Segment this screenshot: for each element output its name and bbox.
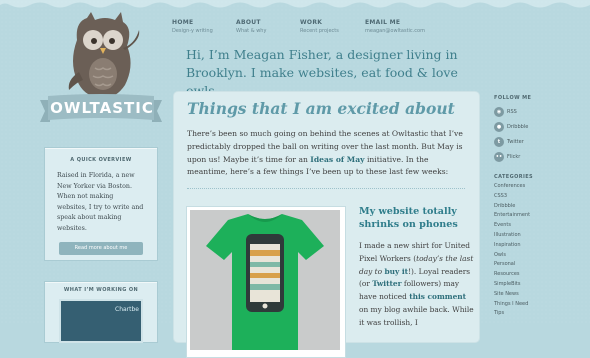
this-comment-link[interactable]: this comment (409, 292, 466, 301)
post-body-text: I made a new shirt for United Pixel Work… (359, 240, 474, 330)
nav-sublabel: Design-y writing (172, 28, 213, 34)
follow-item-rss[interactable]: ◉ RSS (494, 105, 584, 119)
category-link[interactable]: Personal (494, 260, 584, 270)
follow-item-dribbble[interactable]: ● Dribbble (494, 120, 584, 134)
category-link[interactable]: Events (494, 221, 584, 231)
category-link[interactable]: Inspiration (494, 241, 584, 251)
dribbble-icon: ● (494, 122, 504, 132)
nav-sublabel: Recent projects (300, 28, 339, 34)
nav-label[interactable]: EMAIL ME (365, 19, 425, 26)
follow-item-flickr[interactable]: •• Flickr (494, 150, 584, 164)
category-link[interactable]: Site News (494, 290, 584, 300)
category-link[interactable]: Entertainment (494, 211, 584, 221)
post-intro-paragraph: There’s been so much going on behind the… (187, 128, 469, 179)
logo-text[interactable]: OWLTASTIC (50, 95, 154, 121)
ideas-of-may-link[interactable]: Ideas of May (310, 155, 364, 164)
follow-label[interactable]: Flickr (507, 154, 520, 160)
nav-item-work[interactable]: WORK Recent projects (300, 19, 339, 34)
nav-label[interactable]: HOME (172, 19, 213, 26)
category-link[interactable]: Dribbble (494, 202, 584, 212)
follow-label[interactable]: Twitter (507, 139, 524, 145)
read-more-about-me-button[interactable]: Read more about me (59, 242, 143, 255)
category-list: Conferences CSS3 Dribbble Entertainment … (494, 182, 584, 319)
buy-it-link[interactable]: buy it (384, 267, 408, 276)
category-link[interactable]: Resources (494, 270, 584, 280)
nav-item-about[interactable]: ABOUT What & why (236, 19, 266, 34)
category-link[interactable]: Illustration (494, 231, 584, 241)
category-link[interactable]: SimpleBits (494, 280, 584, 290)
thumbnail-label: Chartbe (115, 306, 139, 313)
quick-overview-text: Raised in Florida, a new New Yorker via … (57, 172, 144, 232)
flickr-icon: •• (494, 152, 504, 162)
tshirt-image[interactable] (190, 210, 340, 350)
main-content: Things that I am excited about There’s b… (174, 92, 479, 358)
nav-item-home[interactable]: HOME Design-y writing (172, 19, 213, 34)
working-on-panel: WHAT I’M WORKING ON Chartbe (44, 281, 158, 343)
twitter-icon: t (494, 137, 504, 147)
category-link[interactable]: Things I Need (494, 300, 584, 310)
category-link[interactable]: Owls (494, 251, 584, 261)
working-on-thumbnail[interactable]: Chartbe (59, 299, 143, 343)
category-link[interactable]: Tips (494, 309, 584, 319)
quick-overview-panel: A QUICK OVERVIEW Raised in Florida, a ne… (44, 147, 158, 261)
twitter-link[interactable]: Twitter (372, 279, 401, 288)
quick-overview-title: A QUICK OVERVIEW (70, 157, 132, 163)
nav-sublabel[interactable]: meagan@owltastic.com (365, 28, 425, 34)
category-link[interactable]: CSS3 (494, 192, 584, 202)
body-text-d: on my blog awhile back. While it was tro… (359, 304, 474, 327)
nav-label[interactable]: WORK (300, 19, 339, 26)
follow-me-title: FOLLOW ME (494, 95, 532, 101)
right-sidebar: FOLLOW ME ◉ RSS ● Dribbble t Twitter •• … (494, 95, 584, 319)
rss-icon: ◉ (494, 107, 504, 117)
category-link[interactable]: Conferences (494, 182, 584, 192)
nav-item-email[interactable]: EMAIL ME meagan@owltastic.com (365, 19, 425, 34)
post-heading[interactable]: Things that I am excited about (187, 99, 455, 118)
post-subtitle[interactable]: My website totally shrinks on phones (359, 205, 469, 231)
follow-label[interactable]: Dribbble (507, 124, 528, 130)
working-on-title: WHAT I’M WORKING ON (63, 287, 139, 293)
owl-logo-icon[interactable] (55, 10, 145, 102)
nav-label[interactable]: ABOUT (236, 19, 266, 26)
nav-sublabel: What & why (236, 28, 267, 34)
intro-line-1: Hi, I’m Meagan Fisher, a designer living… (186, 47, 458, 62)
follow-label[interactable]: RSS (507, 109, 517, 115)
dotted-divider (187, 188, 465, 189)
follow-item-twitter[interactable]: t Twitter (494, 135, 584, 149)
follow-list: ◉ RSS ● Dribbble t Twitter •• Flickr (494, 105, 584, 164)
categories-title: CATEGORIES (494, 174, 534, 180)
